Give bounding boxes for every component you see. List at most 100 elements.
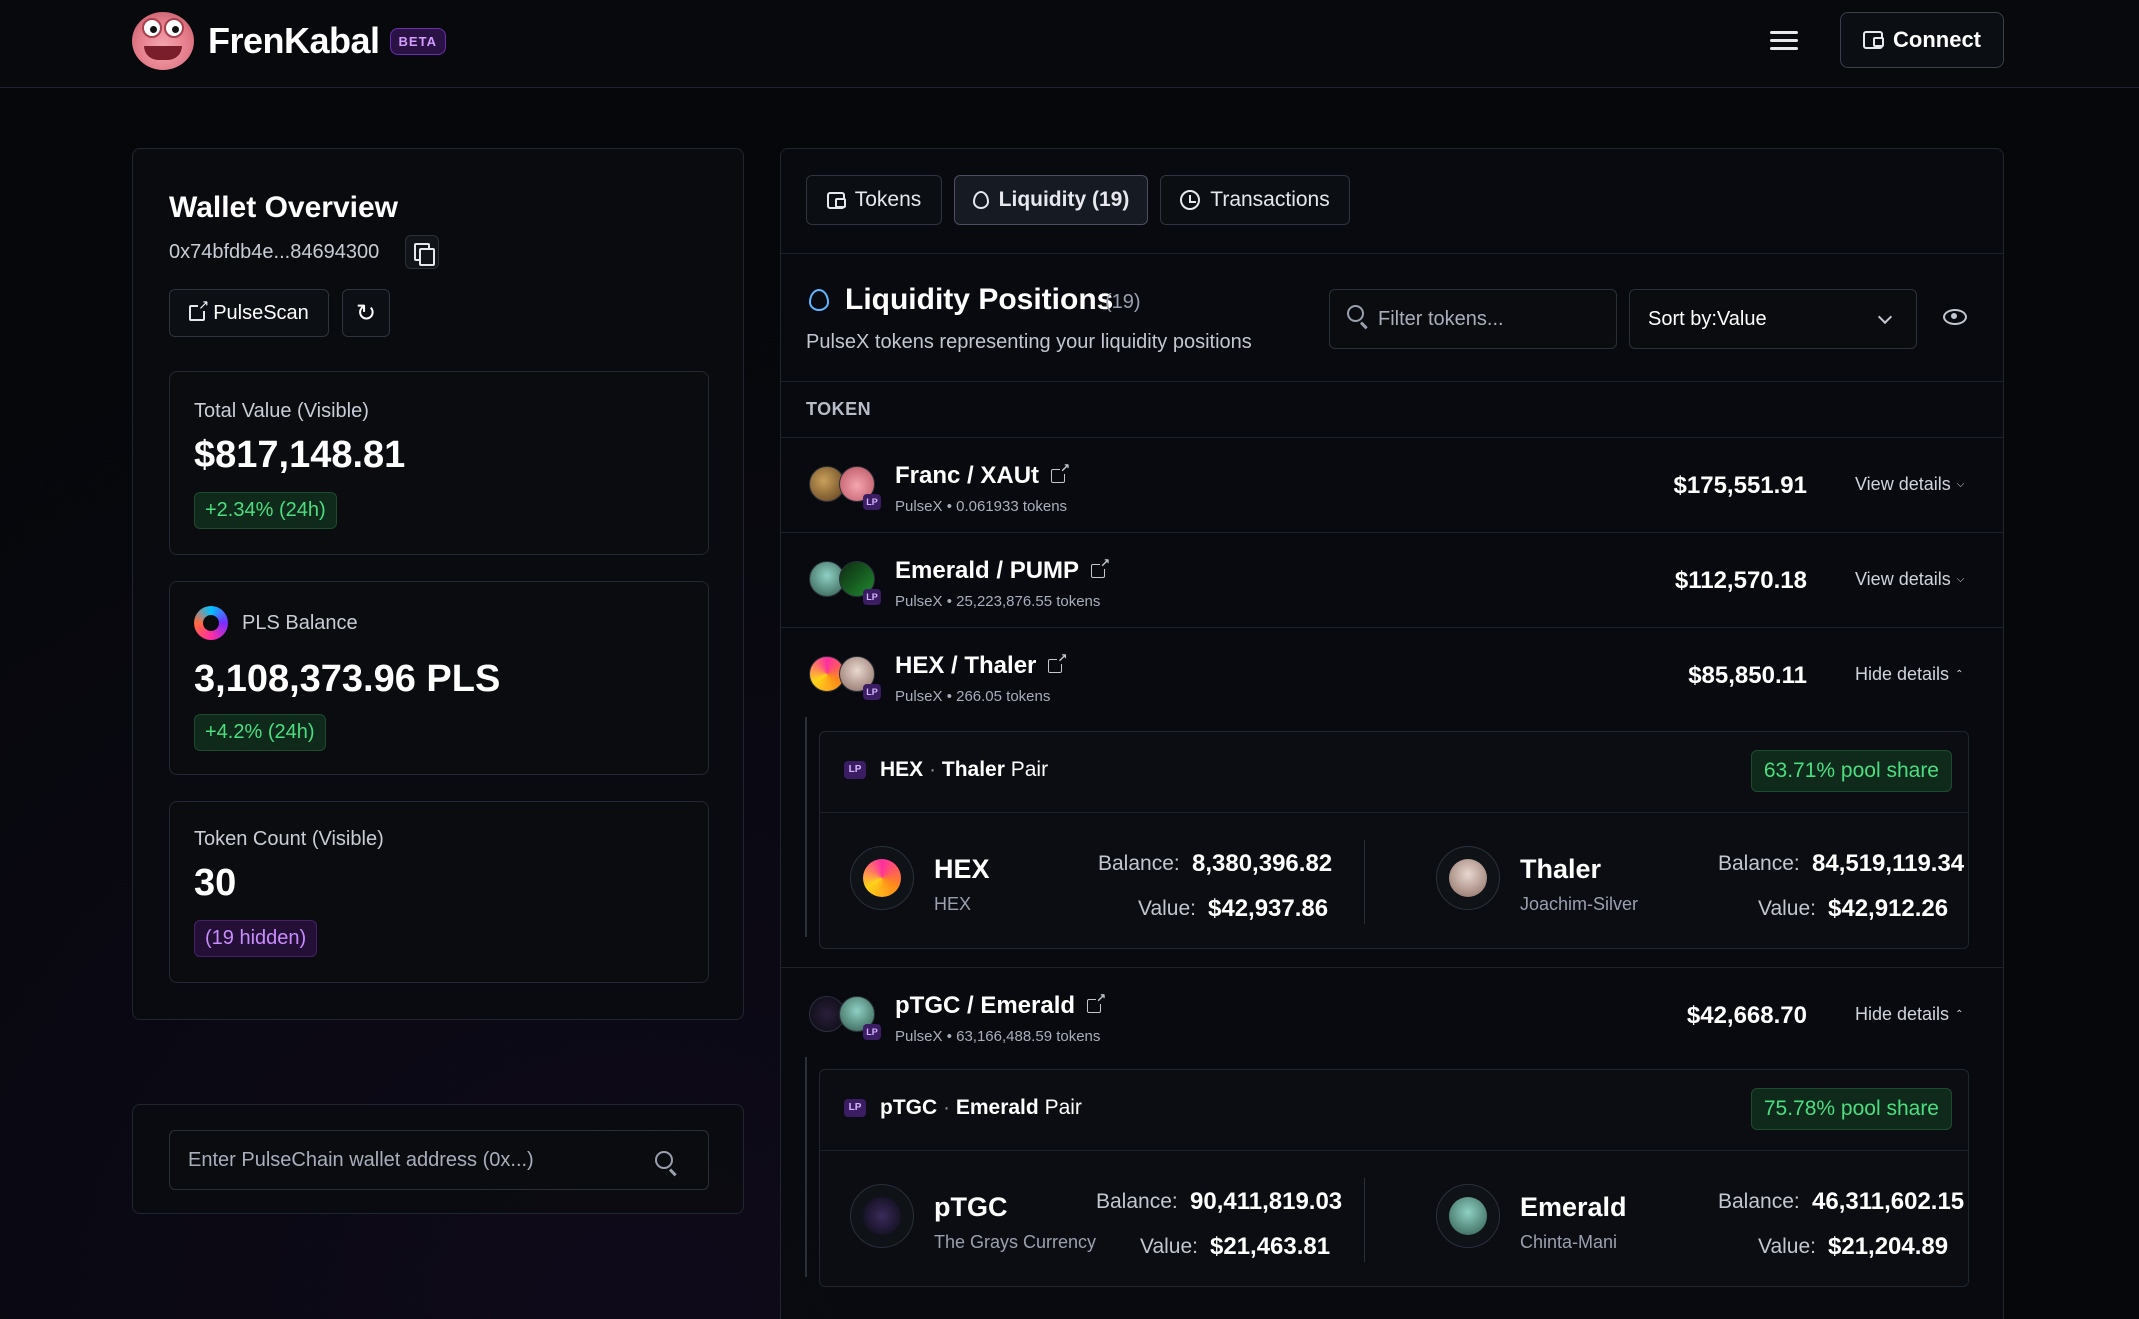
- pls-change-badge: +4.2% (24h): [194, 714, 326, 751]
- divider: [781, 253, 2003, 254]
- token-name: Thaler: [1520, 854, 1602, 884]
- pair-avatars: LP: [809, 561, 881, 605]
- menu-icon[interactable]: [1770, 26, 1800, 56]
- table-row[interactable]: LP Emerald / PUMP PulseX • 25,223,876.55…: [781, 532, 2003, 627]
- tab-tokens[interactable]: Tokens: [806, 175, 942, 225]
- external-link-icon[interactable]: [1091, 557, 1111, 578]
- value-label: Value:: [1140, 1235, 1198, 1258]
- balance-label: Balance:: [1098, 852, 1180, 875]
- chevron-up-icon: ⌃: [1955, 1009, 1964, 1020]
- token-subtitle: HEX: [934, 894, 972, 914]
- value-label: Value:: [1138, 897, 1196, 920]
- pair-name-text: HEX / Thaler: [895, 652, 1037, 679]
- divider: [1364, 840, 1365, 924]
- section-title: Liquidity Positions: [845, 283, 1114, 316]
- filter-tokens-input[interactable]: [1329, 289, 1617, 349]
- lp-badge: LP: [863, 494, 881, 510]
- pls-balance-box: PLS Balance 3,108,373.96 PLS +4.2% (24h): [169, 581, 709, 775]
- total-value-label: Total Value (Visible): [194, 400, 369, 422]
- value-amount: $42,912.26: [1828, 895, 1949, 922]
- token0-symbol: HEX: [880, 758, 924, 781]
- pair-name: pTGC / Emerald: [895, 992, 1107, 1020]
- token-subtitle: Joachim-Silver: [1520, 894, 1639, 914]
- droplet-icon: [972, 191, 989, 209]
- pair-value: $42,668.70: [1686, 1002, 1807, 1029]
- detail-rail: [805, 1057, 807, 1277]
- balance-value: 8,380,396.82: [1192, 850, 1333, 877]
- value-amount: $42,937.86: [1208, 895, 1329, 922]
- balance-value: 90,411,819.03: [1190, 1188, 1343, 1215]
- logo[interactable]: FrenKabal BETA: [132, 12, 446, 70]
- chevron-down-icon: ⌵: [1956, 574, 1965, 585]
- pair-avatars: LP: [809, 996, 881, 1040]
- section-subtitle: PulseX tokens representing your liquidit…: [806, 331, 1252, 353]
- table-row[interactable]: LP Franc / XAUt PulseX • 0.061933 tokens…: [781, 437, 2003, 532]
- external-link-icon[interactable]: [1048, 652, 1068, 673]
- token1-block: Thaler Joachim-Silver Balance: 84,519,11…: [1406, 812, 1966, 950]
- pair-detail-header: LP HEX · Thaler Pair: [844, 758, 1048, 782]
- pool-share-badge: 75.78% pool share: [1750, 1088, 1952, 1130]
- sort-select[interactable]: Sort by:Value: [1629, 289, 1917, 349]
- value-amount: $21,204.89: [1828, 1233, 1949, 1260]
- token-name: pTGC: [934, 1192, 1008, 1222]
- pair-detail-panel: LP pTGC · Emerald Pair 75.78% pool share…: [819, 1069, 1969, 1287]
- connect-button[interactable]: Connect: [1840, 12, 2004, 68]
- refresh-icon[interactable]: ↻: [342, 289, 390, 337]
- view-details-button[interactable]: View details ⌵: [1855, 569, 1964, 590]
- pair-detail-header: LP pTGC · Emerald Pair: [844, 1096, 1082, 1120]
- search-icon[interactable]: [655, 1151, 673, 1169]
- pair-word: Pair: [1044, 1096, 1082, 1119]
- tab-label: Liquidity (19): [998, 188, 1130, 211]
- pulsescan-button[interactable]: PulseScan: [169, 289, 329, 337]
- view-details-button[interactable]: View details ⌵: [1855, 474, 1964, 495]
- hide-details-button[interactable]: Hide details ⌃: [1855, 1004, 1963, 1025]
- token-count-label: Token Count (Visible): [194, 828, 384, 850]
- details-label: View details: [1855, 474, 1951, 494]
- copy-icon[interactable]: [405, 235, 439, 269]
- pair-name: HEX / Thaler: [895, 652, 1068, 680]
- pair-name-text: pTGC / Emerald: [895, 992, 1076, 1019]
- emerald-token-icon: [1436, 1184, 1500, 1248]
- frog-logo-icon: [132, 12, 194, 70]
- wallet-address: 0x74bfdb4e...84694300: [169, 241, 380, 263]
- droplet-icon: [809, 289, 829, 311]
- external-link-icon[interactable]: [1087, 992, 1107, 1013]
- wallet-address-input[interactable]: [169, 1130, 709, 1190]
- wallet-title: Wallet Overview: [169, 191, 398, 224]
- tab-transactions[interactable]: Transactions: [1160, 175, 1350, 225]
- column-header-token: TOKEN: [806, 399, 872, 419]
- chevron-down-icon: ⌵: [1956, 479, 1965, 490]
- value-amount: $21,463.81: [1210, 1233, 1331, 1260]
- pair-value: $112,570.18: [1674, 567, 1807, 594]
- value-label: Value:: [1758, 1235, 1816, 1258]
- tab-liquidity[interactable]: Liquidity (19): [954, 175, 1148, 225]
- balance-value: 46,311,602.15: [1812, 1188, 1965, 1215]
- clock-icon: [1180, 190, 1201, 210]
- lp-badge: LP: [863, 589, 881, 605]
- pulsechain-icon: [194, 606, 228, 640]
- token-name: HEX: [934, 854, 990, 884]
- external-link-icon[interactable]: [1051, 462, 1071, 483]
- token0-block: pTGC The Grays Currency Balance: 90,411,…: [820, 1150, 1380, 1288]
- hide-details-button[interactable]: Hide details ⌃: [1855, 664, 1963, 685]
- pair-word: Pair: [1010, 758, 1049, 781]
- pool-share-badge: 63.71% pool share: [1750, 750, 1952, 792]
- pair-name: Emerald / PUMP: [895, 557, 1111, 585]
- pair-avatars: LP: [809, 466, 881, 510]
- lp-badge: LP: [863, 1024, 881, 1040]
- balance-label: Balance:: [1718, 1190, 1800, 1213]
- pair-value: $85,850.11: [1688, 662, 1807, 689]
- eye-icon[interactable]: [1943, 309, 1967, 325]
- section-count: (19): [1105, 291, 1141, 313]
- address-search-card: [132, 1104, 744, 1214]
- total-value-box: Total Value (Visible) $817,148.81 +2.34%…: [169, 371, 709, 555]
- token1-symbol: Thaler: [941, 758, 1005, 781]
- chevron-up-icon: ⌃: [1955, 669, 1964, 680]
- token1-symbol: Emerald: [955, 1096, 1039, 1119]
- brand-name: FrenKabal: [208, 20, 380, 61]
- wallet-overview-card: Wallet Overview 0x74bfdb4e...84694300 Pu…: [132, 148, 744, 1020]
- balance-label: Balance:: [1718, 852, 1800, 875]
- thaler-token-icon: [1436, 846, 1500, 910]
- wallet-icon: [1863, 31, 1884, 49]
- pair-value: $175,551.91: [1673, 472, 1807, 499]
